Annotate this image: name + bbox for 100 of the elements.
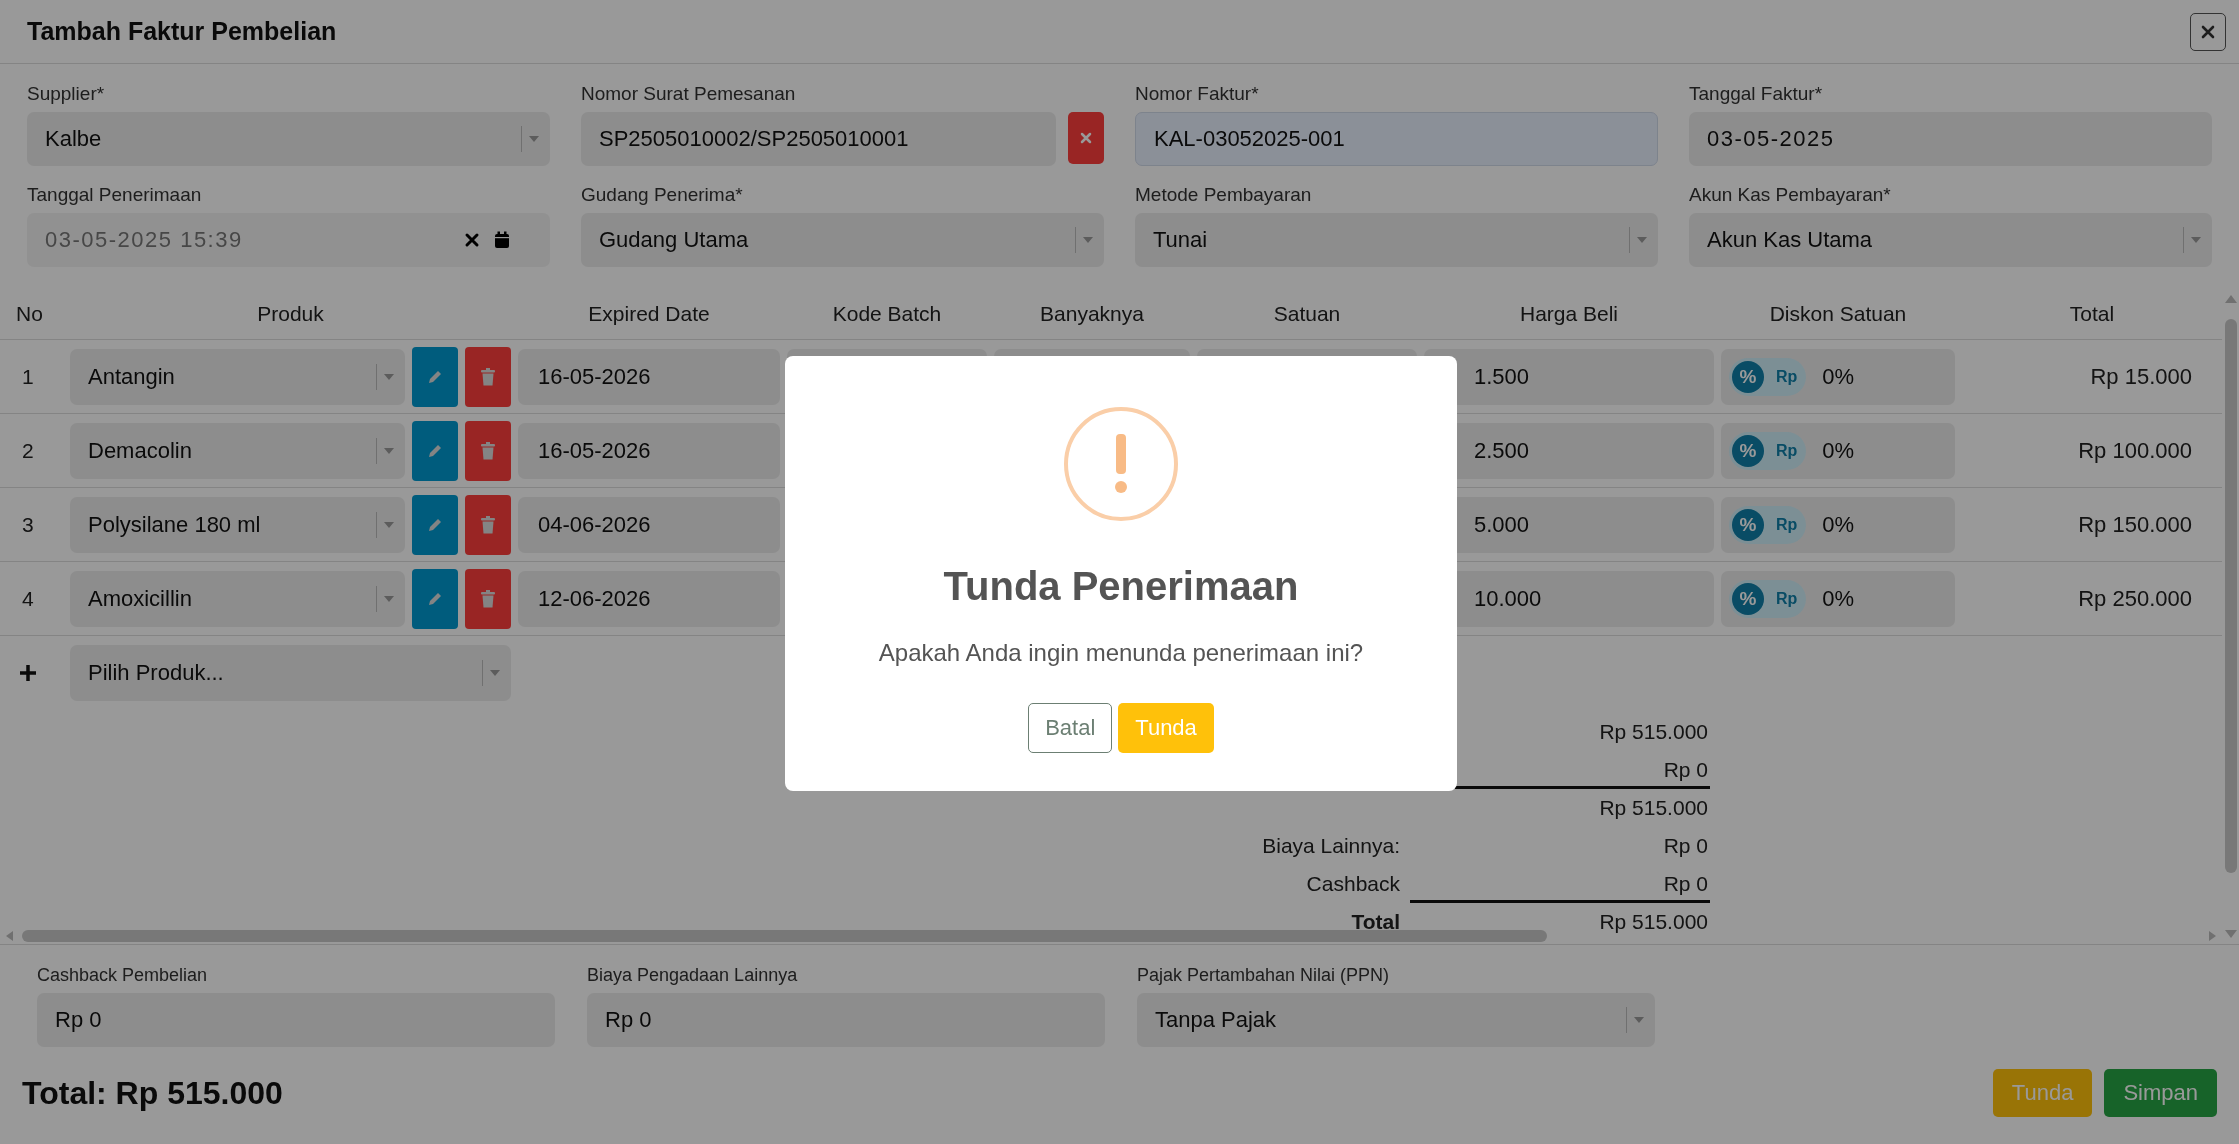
summary-value: Rp 515.000 [1598, 719, 1709, 745]
discount-toggle[interactable]: % Rp [1729, 579, 1807, 618]
field-value: 03-05-2025 [1707, 126, 1836, 152]
select-field[interactable]: Kalbe [27, 112, 550, 166]
delete-button[interactable] [465, 420, 511, 481]
column-header: Kode Batch [831, 302, 943, 326]
field-label: Tanggal Penerimaan [27, 184, 203, 206]
summary-value: Rp 0 [1662, 833, 1709, 859]
summary-label: Biaya Lainnya: [1262, 834, 1400, 857]
caret-icon [383, 594, 395, 603]
select-value: Akun Kas Utama [1707, 227, 1874, 253]
caret-icon [383, 520, 395, 529]
discount-toggle[interactable]: % Rp [1729, 431, 1807, 470]
toggle-option[interactable]: % [1732, 582, 1764, 615]
field-label: Gudang Penerima* [581, 184, 744, 206]
scroll-down-icon[interactable] [2224, 930, 2237, 938]
scroll-left-icon[interactable] [6, 931, 14, 941]
table-cell-text: Rp 15.000 [2089, 363, 2193, 390]
select-field[interactable]: Tanpa Pajak [1137, 993, 1655, 1047]
field-label: Supplier* [27, 83, 106, 105]
row-number: 3 [21, 512, 35, 537]
select-field[interactable]: Gudang Utama [581, 213, 1104, 267]
date-field[interactable]: 03-05-2025 [1689, 112, 2212, 166]
select-value: Gudang Utama [599, 227, 750, 253]
dialog-message: Apakah Anda ingin menunda penerimaan ini? [878, 639, 1364, 667]
summary-value: Rp 515.000 [1598, 795, 1709, 821]
cancel-button[interactable]: Batal [1028, 703, 1113, 753]
input-field[interactable]: Rp 0 [587, 993, 1105, 1047]
column-header: Produk [256, 302, 325, 326]
select-field[interactable]: Pilih Produk... [70, 644, 511, 701]
edit-button[interactable] [412, 494, 458, 555]
select-field[interactable]: Antangin [70, 348, 405, 405]
discount-field[interactable]: % Rp 0% [1721, 496, 1955, 553]
select-field[interactable]: Tunai [1135, 213, 1658, 267]
select-value: Amoxicillin [88, 585, 193, 612]
summary-label: Cashback [1306, 872, 1400, 895]
field-label: Nomor Surat Pemesanan [581, 83, 797, 105]
close-icon [1080, 132, 1092, 144]
select-value: Tanpa Pajak [1155, 1007, 1278, 1033]
date-field[interactable]: 12-06-2026 [518, 570, 780, 627]
caret-icon [489, 668, 501, 677]
select-placeholder: Pilih Produk... [88, 659, 225, 686]
grand-total: Total: Rp 515.000 [22, 1074, 283, 1112]
delete-button[interactable] [465, 568, 511, 629]
select-value: Tunai [1153, 227, 1209, 253]
select-field[interactable]: Polysilane 180 ml [70, 496, 405, 553]
dialog-title: Tunda Penerimaan [943, 564, 1299, 609]
field-value: KAL-03052025-001 [1154, 126, 1346, 152]
close-icon [2201, 24, 2215, 39]
column-header: Expired Date [587, 302, 711, 326]
select-field[interactable]: Demacolin [70, 422, 405, 479]
select-field[interactable]: Akun Kas Utama [1689, 213, 2212, 267]
trash-icon [480, 515, 496, 534]
field-label: Nomor Faktur* [1135, 83, 1260, 105]
column-header: Satuan [1272, 302, 1342, 326]
discount-field[interactable]: % Rp 0% [1721, 570, 1955, 627]
toggle-option[interactable]: % [1732, 434, 1764, 467]
row-number: 2 [21, 438, 35, 463]
date-field[interactable]: 16-05-2026 [518, 348, 780, 405]
trash-icon [480, 367, 496, 386]
edit-button[interactable] [412, 420, 458, 481]
discount-field[interactable]: % Rp 0% [1721, 348, 1955, 405]
summary-value: Rp 515.000 [1598, 909, 1709, 935]
remove-button[interactable] [1068, 112, 1104, 164]
toggle-option[interactable]: % [1732, 360, 1764, 393]
input-field[interactable]: Rp 0 [37, 993, 555, 1047]
close-button[interactable] [2190, 12, 2226, 51]
delete-button[interactable] [465, 346, 511, 407]
date-field[interactable]: 16-05-2026 [518, 422, 780, 479]
date-field[interactable]: 04-06-2026 [518, 496, 780, 553]
field-value: 0% [1822, 585, 1856, 612]
select-value: Polysilane 180 ml [88, 511, 262, 538]
field-value: 12-06-2026 [538, 585, 652, 612]
scroll-right-icon[interactable] [2208, 931, 2216, 941]
edit-button[interactable] [412, 346, 458, 407]
input-field[interactable]: SP2505010002/SP2505010001 [581, 112, 1056, 166]
input-field[interactable]: 1.500 [1424, 348, 1714, 405]
discount-field[interactable]: % Rp 0% [1721, 422, 1955, 479]
toggle-option[interactable]: % [1732, 508, 1764, 541]
table-cell-text: Rp 150.000 [2077, 511, 2193, 538]
delete-button[interactable] [465, 494, 511, 555]
input-field[interactable]: KAL-03052025-001 [1135, 112, 1658, 166]
summary-value: Rp 0 [1410, 865, 1710, 903]
scroll-up-icon[interactable] [2224, 295, 2237, 303]
summary-label: Total [1351, 910, 1400, 933]
discount-toggle[interactable]: % Rp [1729, 505, 1807, 544]
select-field[interactable]: Amoxicillin [70, 570, 405, 627]
discount-toggle[interactable]: % Rp [1729, 357, 1807, 396]
column-header: Diskon Satuan [1768, 302, 1908, 326]
field-value: 0% [1822, 511, 1856, 538]
column-header: Banyaknya [1039, 302, 1145, 326]
row-number: 1 [21, 364, 35, 389]
window-title: Tambah Faktur Pembelian [27, 17, 337, 46]
field-value: 2.500 [1474, 437, 1531, 464]
field-label: Biaya Pengadaan Lainnya [587, 965, 799, 986]
table-cell-text: Rp 250.000 [2077, 585, 2193, 612]
select-value: Antangin [88, 363, 176, 390]
edit-button[interactable] [412, 568, 458, 629]
plus-icon[interactable] [18, 662, 38, 683]
field-value: 0% [1822, 363, 1856, 390]
